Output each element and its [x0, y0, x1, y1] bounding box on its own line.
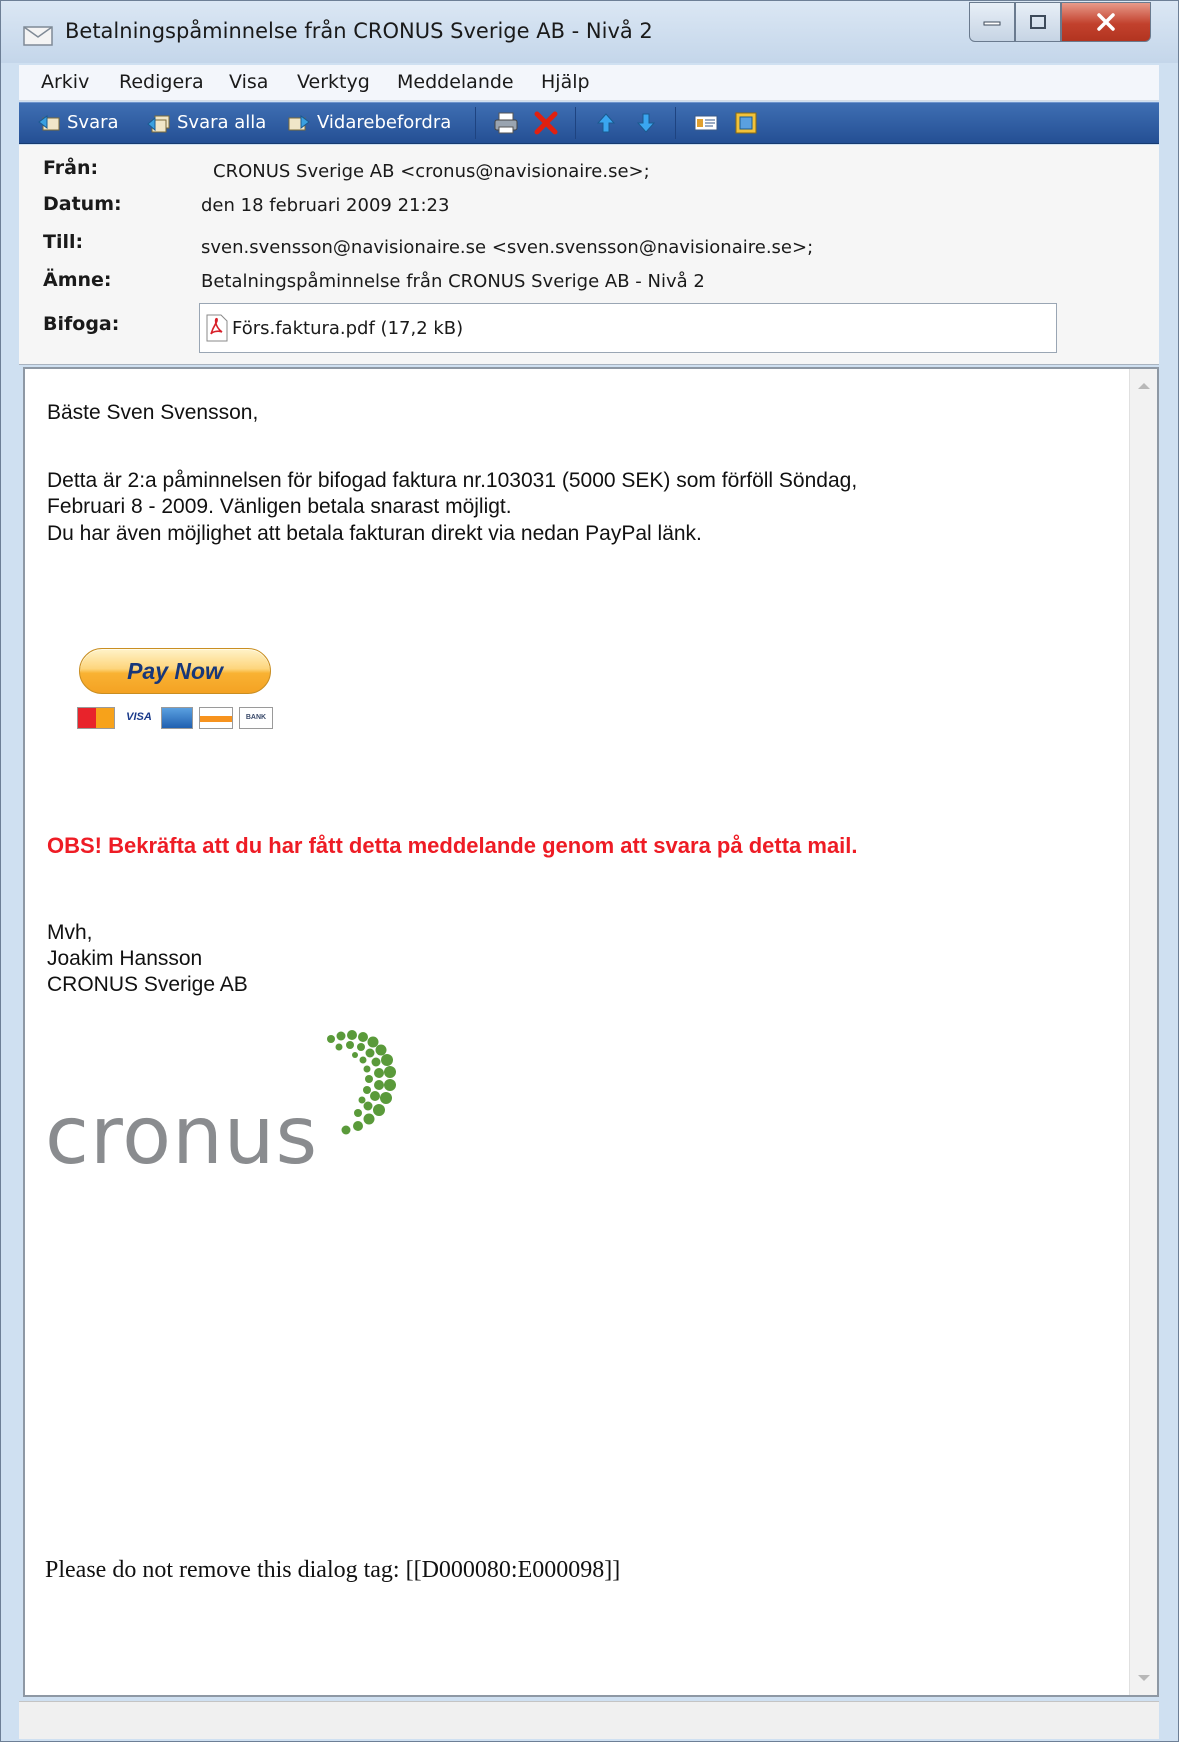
print-icon[interactable]: [493, 111, 519, 135]
body-line-1: Detta är 2:a påminnelsen för bifogad fak…: [47, 469, 858, 492]
window-title: Betalningspåminnelse från CRONUS Sverige…: [65, 19, 653, 43]
cronus-logo-text: cronus: [45, 1089, 319, 1182]
close-button[interactable]: [1061, 2, 1151, 42]
menu-redigera[interactable]: Redigera: [119, 71, 204, 93]
to-value[interactable]: sven.svensson@navisionaire.se <sven.sven…: [201, 237, 813, 258]
date-value: den 18 februari 2009 21:23: [201, 195, 450, 216]
menu-arkiv[interactable]: Arkiv: [41, 71, 89, 93]
pdf-file-icon: [206, 314, 228, 342]
dialog-tag: Please do not remove this dialog tag: [[…: [45, 1557, 621, 1583]
mastercard-icon: [77, 707, 115, 729]
minimize-icon: [983, 21, 1001, 26]
paypal-pay-now-button[interactable]: Pay Now: [79, 648, 271, 694]
visa-icon: VISA: [121, 707, 157, 729]
close-icon: [1097, 13, 1115, 31]
maximize-icon: [1030, 15, 1046, 29]
confirmation-notice: OBS! Bekräfta att du har fått detta medd…: [47, 833, 858, 858]
toolbar-separator: [575, 107, 576, 139]
menu-visa[interactable]: Visa: [229, 71, 268, 93]
date-label: Datum:: [43, 193, 122, 215]
subject-label: Ämne:: [43, 269, 112, 291]
next-arrow-icon[interactable]: [633, 111, 659, 135]
status-bar: [19, 1701, 1159, 1739]
minimize-button[interactable]: [969, 2, 1015, 42]
from-label: Från:: [43, 157, 99, 179]
envelope-icon: [23, 24, 53, 50]
maximize-button[interactable]: [1015, 2, 1061, 42]
closing: Mvh,: [47, 921, 93, 944]
attachment-box: Förs.faktura.pdf (17,2 kB): [199, 303, 1057, 353]
greeting: Bäste Sven Svensson,: [47, 401, 259, 424]
amex-icon: [161, 707, 193, 729]
attach-label: Bifoga:: [43, 313, 120, 335]
title-bar: Betalningspåminnelse från CRONUS Sverige…: [1, 1, 1178, 63]
menu-verktyg[interactable]: Verktyg: [297, 71, 370, 93]
scroll-down-arrow-icon[interactable]: [1138, 1675, 1150, 1681]
reply-all-icon: [147, 115, 170, 133]
company-name: CRONUS Sverige AB: [47, 973, 248, 996]
menu-meddelande[interactable]: Meddelande: [397, 71, 514, 93]
attachment-name: Förs.faktura.pdf (17,2 kB): [232, 318, 464, 339]
reply-label: Svara: [67, 112, 119, 133]
delete-icon[interactable]: [533, 111, 559, 135]
menu-bar: Arkiv Redigera Visa Verktyg Meddelande H…: [19, 65, 1159, 101]
cronus-logo-dots: [327, 1030, 396, 1135]
scroll-up-arrow-icon[interactable]: [1138, 383, 1150, 389]
vertical-scrollbar[interactable]: [1129, 369, 1157, 1695]
message-body[interactable]: Bäste Sven Svensson, Detta är 2:a påminn…: [23, 367, 1159, 1697]
body-line-3: Du har även möjlighet att betala faktura…: [47, 522, 702, 545]
toolbar-separator: [675, 107, 676, 139]
contact-card-icon[interactable]: [693, 111, 719, 135]
previous-arrow-icon[interactable]: [593, 111, 619, 135]
to-label: Till:: [43, 231, 84, 253]
discover-icon: [199, 707, 233, 729]
toolbar: Svara Svara alla Vidarebefordra: [19, 102, 1159, 144]
from-value[interactable]: CRONUS Sverige AB <cronus@navisionaire.s…: [213, 161, 650, 182]
forward-icon: [288, 115, 310, 131]
pay-now-label: Pay Now: [127, 658, 223, 684]
menu-hjalp[interactable]: Hjälp: [541, 71, 590, 93]
mail-window: Betalningspåminnelse från CRONUS Sverige…: [0, 0, 1179, 1742]
body-line-2: Februari 8 - 2009. Vänligen betala snara…: [47, 495, 512, 518]
reply-all-label: Svara alla: [177, 112, 267, 133]
bank-icon: BANK: [239, 707, 273, 729]
subject-value: Betalningspåminnelse från CRONUS Sverige…: [201, 271, 705, 292]
forward-label: Vidarebefordra: [317, 112, 452, 133]
address-book-icon[interactable]: [733, 111, 759, 135]
message-header: Från: CRONUS Sverige AB <cronus@navision…: [19, 145, 1159, 365]
toolbar-separator: [475, 107, 476, 139]
signer-name: Joakim Hansson: [47, 947, 203, 970]
reply-icon: [38, 115, 60, 131]
